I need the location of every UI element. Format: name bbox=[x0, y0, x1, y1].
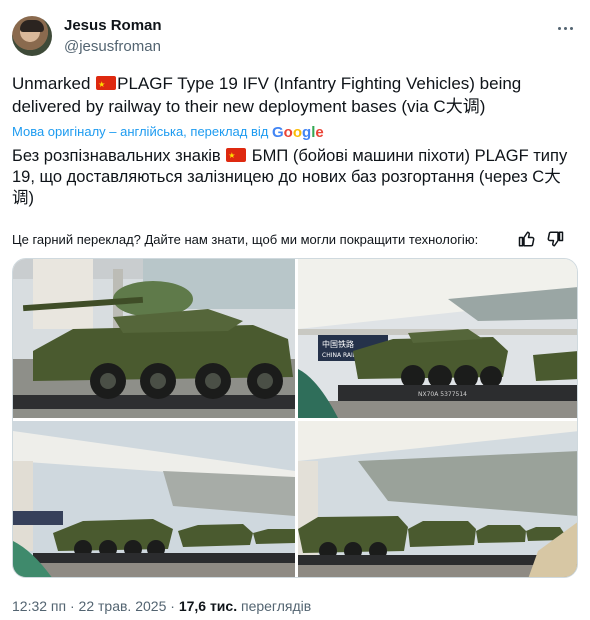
translation-feedback: Це гарний переклад? Дайте нам знати, щоб… bbox=[12, 230, 572, 250]
photo-1[interactable] bbox=[13, 259, 295, 418]
thumbs-up-icon[interactable] bbox=[518, 230, 536, 248]
translated-text: Без розпізнавальних знаків БМП (бойові м… bbox=[12, 145, 572, 209]
views-count: 17,6 тис. bbox=[178, 598, 238, 614]
china-flag-icon bbox=[96, 73, 117, 96]
avatar[interactable] bbox=[12, 16, 52, 56]
meta-separator: · bbox=[166, 598, 179, 614]
views-label: переглядів bbox=[237, 598, 312, 614]
tweet-text: Unmarked PLAGF Type 19 IFV (Infantry Fig… bbox=[12, 72, 552, 118]
meta-separator: · bbox=[66, 598, 79, 614]
railway-sign-cn: 中国铁路 bbox=[322, 339, 354, 349]
more-options-icon[interactable] bbox=[556, 18, 576, 38]
translation-attribution[interactable]: Мова оригіналу – англійська, переклад ві… bbox=[12, 124, 324, 141]
author-name[interactable]: Jesus Roman bbox=[64, 17, 162, 34]
translated-text-start: Без розпізнавальних знаків bbox=[12, 147, 226, 165]
china-flag-icon bbox=[226, 145, 247, 166]
media-grid: 中国铁路 CHINA RAILWAY NX70A 5377514 bbox=[12, 258, 578, 578]
feedback-prompt: Це гарний переклад? Дайте нам знати, щоб… bbox=[12, 232, 479, 247]
photo-2[interactable]: 中国铁路 CHINA RAILWAY NX70A 5377514 bbox=[298, 259, 577, 418]
translation-attribution-text: Мова оригіналу – англійська, переклад ві… bbox=[12, 124, 269, 139]
thumbs-down-icon[interactable] bbox=[546, 230, 564, 248]
wagon-code: NX70A 5377514 bbox=[418, 391, 467, 398]
tweet-date[interactable]: 22 трав. 2025 bbox=[79, 598, 167, 614]
photo-4[interactable] bbox=[298, 421, 577, 577]
tweet-time[interactable]: 12:32 пп bbox=[12, 598, 66, 614]
tweet-text-start: Unmarked bbox=[12, 74, 96, 93]
author-handle[interactable]: @jesusfroman bbox=[64, 38, 161, 55]
photo-3[interactable] bbox=[13, 421, 295, 577]
tweet-meta: 12:32 пп · 22 трав. 2025 · 17,6 тис. пер… bbox=[12, 598, 311, 614]
google-logo: Google bbox=[272, 124, 324, 141]
tweet-header: Jesus Roman @jesusfroman bbox=[12, 14, 578, 58]
